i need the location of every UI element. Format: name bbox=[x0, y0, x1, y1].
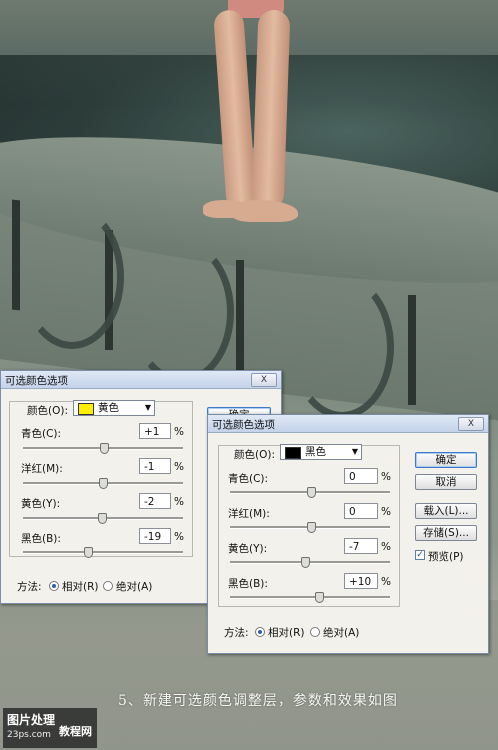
black-slider-track[interactable] bbox=[23, 551, 183, 554]
black-input[interactable]: -19 bbox=[139, 528, 171, 544]
absolute-radio[interactable] bbox=[103, 581, 113, 591]
save-button[interactable]: 存储(S)... bbox=[415, 525, 477, 541]
magenta-slider-thumb[interactable] bbox=[306, 522, 316, 533]
yellow-input[interactable]: -2 bbox=[139, 493, 171, 509]
wall-arc bbox=[20, 205, 124, 349]
method-label: 方法: bbox=[224, 627, 249, 639]
relative-radio[interactable] bbox=[255, 627, 265, 637]
cancel-button[interactable]: 取消 bbox=[415, 474, 477, 490]
colors-select[interactable]: 黑色 ▼ bbox=[280, 444, 362, 460]
yellow-slider-track[interactable] bbox=[230, 561, 390, 564]
cyan-label: 青色(C): bbox=[228, 473, 269, 485]
black-slider-thumb[interactable] bbox=[314, 592, 324, 603]
relative-label: 相对(R) bbox=[268, 627, 305, 639]
preview-label: 预览(P) bbox=[428, 551, 464, 563]
close-icon[interactable]: X bbox=[251, 373, 277, 387]
method-label: 方法: bbox=[17, 581, 42, 593]
magenta-input[interactable]: -1 bbox=[139, 458, 171, 474]
percent-label: % bbox=[174, 426, 184, 438]
black-label: 黑色(B): bbox=[21, 533, 61, 545]
cyan-slider-thumb[interactable] bbox=[306, 487, 316, 498]
dialog-title: 可选颜色选项 bbox=[212, 419, 275, 431]
magenta-slider-thumb[interactable] bbox=[98, 478, 108, 489]
black-input[interactable]: +10 bbox=[344, 573, 378, 589]
load-button[interactable]: 载入(L)... bbox=[415, 503, 477, 519]
yellow-slider-thumb[interactable] bbox=[300, 557, 310, 568]
cyan-input[interactable]: +1 bbox=[139, 423, 171, 439]
close-icon[interactable]: X bbox=[458, 417, 484, 431]
watermark-title: 图片处理 bbox=[7, 713, 56, 727]
colors-label: 颜色(O): bbox=[27, 405, 68, 417]
relative-label: 相对(R) bbox=[62, 581, 99, 593]
yellow-swatch bbox=[78, 403, 94, 415]
wall-arc bbox=[130, 240, 234, 384]
chevron-down-icon: ▼ bbox=[144, 403, 151, 412]
black-slider-thumb[interactable] bbox=[84, 547, 94, 558]
wall-arc bbox=[290, 275, 394, 419]
wall-post bbox=[236, 260, 244, 385]
site-watermark: 图片处理 23ps.com 教程网 bbox=[3, 708, 97, 748]
watermark-url: 23ps.com bbox=[7, 730, 51, 740]
chevron-down-icon: ▼ bbox=[351, 447, 358, 456]
percent-label: % bbox=[381, 541, 391, 553]
cyan-label: 青色(C): bbox=[21, 428, 62, 440]
percent-label: % bbox=[381, 471, 391, 483]
selective-color-dialog-black: 可选颜色选项 X 颜色(O): 黑色 ▼ 确定 取消 载入(L)... 存储(S… bbox=[207, 414, 489, 654]
wall-post bbox=[408, 295, 416, 405]
colors-label: 颜色(O): bbox=[234, 449, 275, 461]
percent-label: % bbox=[174, 461, 184, 473]
magenta-label: 洋红(M): bbox=[21, 463, 63, 475]
magenta-input[interactable]: 0 bbox=[344, 503, 378, 519]
tutorial-caption: 5、新建可选颜色调整层，参数和效果如图 bbox=[118, 693, 398, 709]
cyan-slider-thumb[interactable] bbox=[100, 443, 110, 454]
cyan-input[interactable]: 0 bbox=[344, 468, 378, 484]
dialog-titlebar: 可选颜色选项 X bbox=[1, 371, 281, 389]
yellow-slider-thumb[interactable] bbox=[97, 513, 107, 524]
yellow-input[interactable]: -7 bbox=[344, 538, 378, 554]
absolute-label: 绝对(A) bbox=[323, 627, 360, 639]
absolute-label: 绝对(A) bbox=[116, 581, 153, 593]
yellow-label: 黄色(Y): bbox=[228, 543, 268, 555]
colors-select[interactable]: 黄色 ▼ bbox=[73, 400, 155, 416]
dialog-titlebar: 可选颜色选项 X bbox=[208, 415, 488, 433]
black-label: 黑色(B): bbox=[228, 578, 268, 590]
absolute-radio[interactable] bbox=[310, 627, 320, 637]
black-slider-track[interactable] bbox=[230, 596, 390, 599]
colors-select-value: 黄色 bbox=[98, 402, 119, 414]
percent-label: % bbox=[174, 496, 184, 508]
wall-post bbox=[12, 199, 20, 311]
percent-label: % bbox=[381, 506, 391, 518]
percent-label: % bbox=[174, 531, 184, 543]
black-swatch bbox=[285, 447, 301, 459]
watermark-site: 教程网 bbox=[59, 725, 92, 738]
yellow-label: 黄色(Y): bbox=[21, 498, 61, 510]
ok-button[interactable]: 确定 bbox=[415, 452, 477, 468]
dialog-title: 可选颜色选项 bbox=[5, 375, 68, 387]
magenta-label: 洋红(M): bbox=[228, 508, 270, 520]
percent-label: % bbox=[381, 576, 391, 588]
colors-select-value: 黑色 bbox=[305, 446, 326, 458]
relative-radio[interactable] bbox=[49, 581, 59, 591]
preview-checkbox[interactable]: ✓ bbox=[415, 550, 425, 560]
